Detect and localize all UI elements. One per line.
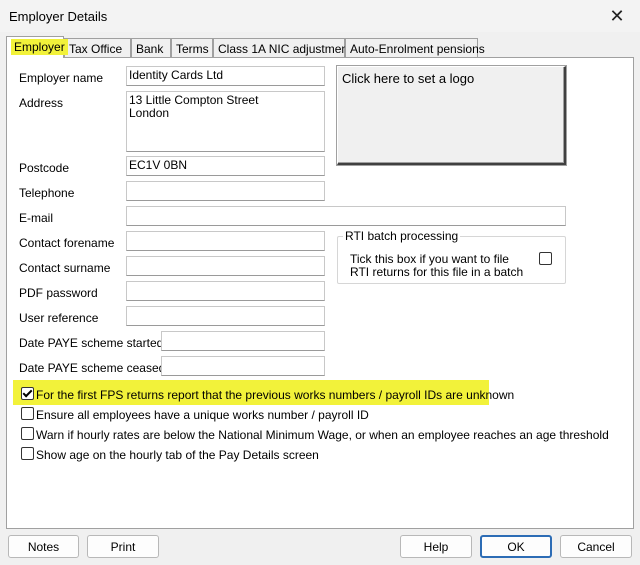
window-title: Employer Details: [9, 9, 108, 24]
show-age-checkbox[interactable]: [21, 447, 34, 460]
logo-button[interactable]: Click here to set a logo: [337, 66, 566, 165]
employer-name-input[interactable]: Identity Cards Ltd: [126, 66, 325, 86]
tab-strip: Employer Tax Office Bank Terms Class 1A …: [6, 36, 634, 58]
unique-works-number-checkbox[interactable]: [21, 407, 34, 420]
telephone-label: Telephone: [19, 186, 75, 200]
unique-works-number-label: Ensure all employees have a unique works…: [36, 408, 369, 422]
user-reference-label: User reference: [19, 311, 99, 325]
tab-label: Tax Office: [69, 42, 123, 56]
tab-class-1a-nic-adjustments[interactable]: Class 1A NIC adjustments: [213, 38, 357, 57]
employer-panel: Employer name Identity Cards Ltd Address…: [6, 57, 634, 529]
tab-tax-office[interactable]: Tax Office: [64, 38, 131, 57]
tab-label: Terms: [176, 42, 209, 56]
user-reference-input[interactable]: [126, 306, 325, 326]
tab-terms[interactable]: Terms: [171, 38, 213, 57]
tab-label: Bank: [136, 42, 164, 56]
tab-label: Employer: [11, 39, 68, 55]
postcode-input[interactable]: EC1V 0BN: [126, 156, 325, 176]
ok-button[interactable]: OK: [480, 535, 552, 558]
date-paye-started-label: Date PAYE scheme started: [19, 336, 164, 350]
tab-employer[interactable]: Employer: [6, 36, 68, 58]
tab-bank[interactable]: Bank: [131, 38, 171, 57]
logo-label: Click here to set a logo: [342, 71, 475, 86]
contact-surname-input[interactable]: [126, 256, 325, 276]
minimum-wage-warning-label: Warn if hourly rates are below the Natio…: [36, 428, 609, 442]
print-button[interactable]: Print: [87, 535, 159, 558]
address-label: Address: [19, 96, 64, 110]
email-label: E-mail: [19, 211, 54, 225]
contact-surname-label: Contact surname: [19, 261, 111, 275]
tab-auto-enrolment-pensions[interactable]: Auto-Enrolment pensions: [345, 38, 485, 57]
employer-name-label: Employer name: [19, 71, 104, 85]
help-button[interactable]: Help: [400, 535, 472, 558]
contact-forename-input[interactable]: [126, 231, 325, 251]
email-input[interactable]: [126, 206, 566, 226]
pdf-password-input[interactable]: [126, 281, 325, 301]
minimum-wage-warning-checkbox[interactable]: [21, 427, 34, 440]
rti-text-line2: RTI returns for this file in a batch: [350, 265, 524, 279]
notes-button[interactable]: Notes: [8, 535, 79, 558]
fps-unknown-ids-checkbox[interactable]: [21, 387, 34, 400]
contact-forename-label: Contact forename: [19, 236, 115, 250]
tab-label: Class 1A NIC adjustments: [218, 42, 358, 56]
date-paye-ceased-input[interactable]: [161, 356, 325, 376]
fps-unknown-ids-label: For the first FPS returns report that th…: [36, 388, 515, 402]
show-age-label: Show age on the hourly tab of the Pay De…: [36, 448, 319, 462]
rti-group-title: RTI batch processing: [343, 229, 461, 243]
telephone-input[interactable]: [126, 181, 325, 201]
date-paye-started-input[interactable]: [161, 331, 325, 351]
postcode-label: Postcode: [19, 161, 70, 175]
cancel-button[interactable]: Cancel: [560, 535, 632, 558]
rti-batch-group: RTI batch processing Tick this box if yo…: [337, 229, 566, 284]
rti-batch-checkbox[interactable]: [539, 252, 552, 265]
pdf-password-label: PDF password: [19, 286, 98, 300]
check-icon: [22, 387, 33, 398]
date-paye-ceased-label: Date PAYE scheme ceased: [19, 361, 166, 375]
title-bar: Employer Details ✕: [0, 0, 640, 32]
address-input[interactable]: 13 Little Compton Street London: [126, 91, 325, 152]
close-icon[interactable]: ✕: [594, 0, 640, 32]
tab-label: Auto-Enrolment pensions: [350, 42, 485, 56]
